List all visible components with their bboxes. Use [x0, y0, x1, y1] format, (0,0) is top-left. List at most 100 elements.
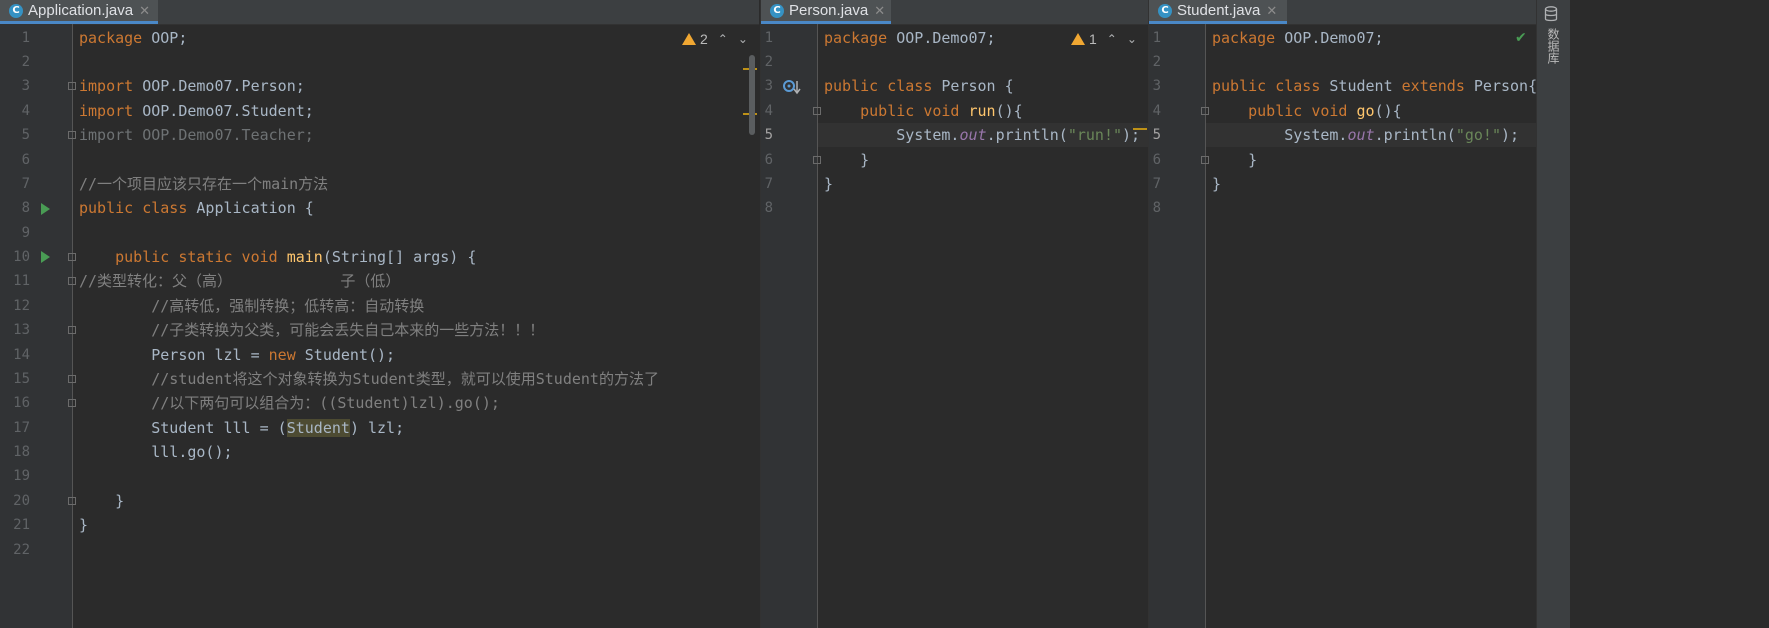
fold-icon[interactable]: [68, 131, 76, 139]
code-line[interactable]: package OOP;: [79, 26, 187, 50]
close-icon[interactable]: ✕: [874, 3, 885, 19]
tab-label: Person.java: [789, 2, 869, 19]
tab-label: Application.java: [28, 2, 134, 19]
line-number: 9: [21, 225, 30, 241]
code-line[interactable]: public class Student extends Person{: [1212, 74, 1537, 98]
fold-icon[interactable]: [813, 107, 821, 115]
line-number: 8: [764, 200, 773, 216]
line-number: 3: [1152, 78, 1161, 94]
warning-marker[interactable]: [1133, 128, 1147, 130]
code-line[interactable]: public static void main(String[] args) {: [79, 245, 476, 269]
inspection-widget[interactable]: 1 ⌃ ⌄: [1071, 31, 1137, 47]
code-line[interactable]: import OOP.Demo07.Person;: [79, 74, 305, 98]
close-icon[interactable]: ✕: [1266, 3, 1277, 19]
scrollbar[interactable]: [749, 55, 755, 135]
chevron-up-icon[interactable]: ⌃: [1107, 32, 1117, 46]
line-number: 3: [764, 78, 773, 94]
fold-icon[interactable]: [68, 326, 76, 334]
database-tool-window-button[interactable]: 数据库: [1545, 28, 1562, 64]
close-icon[interactable]: ✕: [139, 3, 150, 19]
line-number: 7: [21, 176, 30, 192]
code-line[interactable]: }: [79, 513, 88, 537]
code-line[interactable]: public class Person {: [824, 74, 1014, 98]
code-line[interactable]: }: [79, 489, 124, 513]
code-line[interactable]: Student lll = (Student) lzl;: [79, 416, 404, 440]
fold-icon[interactable]: [1201, 107, 1209, 115]
run-icon[interactable]: [41, 251, 50, 263]
line-number: 22: [13, 542, 30, 558]
fold-icon[interactable]: [68, 253, 76, 261]
chevron-down-icon[interactable]: ⌄: [738, 32, 748, 46]
tab-student-java[interactable]: C Student.java ✕: [1149, 0, 1287, 24]
class-icon: C: [770, 3, 784, 18]
code-line[interactable]: public void run(){: [824, 99, 1023, 123]
code-comment[interactable]: //类型转化：父（高） 子（低）: [79, 269, 400, 293]
tab-person-java[interactable]: C Person.java ✕: [761, 0, 891, 24]
no-problems-check-icon[interactable]: ✔: [1515, 30, 1527, 46]
tab-label: Student.java: [1177, 2, 1261, 19]
tab-bar: C Student.java ✕: [1149, 0, 1537, 25]
warning-count: 2: [700, 31, 708, 47]
code-line[interactable]: }: [1212, 172, 1221, 196]
code-line[interactable]: import OOP.Demo07.Student;: [79, 99, 314, 123]
code-comment[interactable]: //高转低，强制转换；低转高：自动转换: [79, 294, 424, 318]
highlighted-cast: Student: [286, 419, 350, 437]
line-number: 1: [1152, 30, 1161, 46]
code-line[interactable]: System.out.println("run!");: [824, 123, 1140, 147]
fold-icon[interactable]: [68, 82, 76, 90]
line-number: 5: [21, 127, 30, 143]
code-comment[interactable]: //一个项目应该只存在一个main方法: [79, 172, 328, 196]
line-number: 13: [13, 322, 30, 338]
inspection-widget[interactable]: 2 ⌃ ⌄: [682, 31, 748, 47]
tab-application-java[interactable]: C Application.java ✕: [0, 0, 158, 24]
code-line[interactable]: public class Application {: [79, 196, 314, 220]
fold-icon[interactable]: [68, 277, 76, 285]
code-line[interactable]: package OOP.Demo07;: [1212, 26, 1384, 50]
code-comment[interactable]: //以下两句可以组合为：((Student)lzl).go();: [79, 391, 500, 415]
line-number: 2: [21, 54, 30, 70]
code-comment[interactable]: //student将这个对象转换为Student类型，就可以使用Student的…: [79, 367, 659, 391]
fold-icon[interactable]: [1201, 156, 1209, 164]
code-line[interactable]: }: [1212, 148, 1257, 172]
code-line[interactable]: System.out.println("go!");: [1212, 123, 1519, 147]
editor-pane-student[interactable]: C Student.java ✕ 1 2 3 4 5 6 7 8 package…: [1148, 0, 1537, 628]
line-number: 21: [13, 517, 30, 533]
editor-pane-person[interactable]: C Person.java ✕ 1 2 3 4 5 6 7 8 package …: [760, 0, 1148, 628]
line-number: 7: [764, 176, 773, 192]
line-number-current: 5: [1152, 127, 1161, 143]
line-number: 4: [764, 103, 773, 119]
editor-pane-application[interactable]: C Application.java ✕ 1 2 3 4 5 6 7 8 9 1…: [0, 0, 759, 628]
class-icon: C: [1158, 3, 1172, 18]
line-number: 3: [21, 78, 30, 94]
line-number: 8: [1152, 200, 1161, 216]
code-line[interactable]: public void go(){: [1212, 99, 1402, 123]
code-line-unused-import[interactable]: import OOP.Demo07.Teacher;: [79, 123, 314, 147]
warning-icon: [682, 33, 696, 45]
fold-icon[interactable]: [68, 375, 76, 383]
line-number-current: 5: [764, 127, 773, 143]
code-line[interactable]: package OOP.Demo07;: [824, 26, 996, 50]
line-number: 15: [13, 371, 30, 387]
code-line[interactable]: }: [824, 172, 833, 196]
line-number: 20: [13, 493, 30, 509]
code-line[interactable]: lll.go();: [79, 440, 232, 464]
overridden-method-icon[interactable]: [783, 79, 801, 95]
line-number: 16: [13, 395, 30, 411]
fold-icon[interactable]: [68, 399, 76, 407]
warning-count: 1: [1089, 31, 1097, 47]
fold-icon[interactable]: [68, 497, 76, 505]
line-number: 4: [1152, 103, 1161, 119]
code-comment[interactable]: //子类转换为父类，可能会丢失自己本来的一些方法！！！: [79, 318, 544, 342]
database-icon[interactable]: [1544, 6, 1558, 22]
fold-icon[interactable]: [813, 156, 821, 164]
chevron-down-icon[interactable]: ⌄: [1127, 32, 1137, 46]
class-icon: C: [9, 3, 23, 18]
line-number: 18: [13, 444, 30, 460]
chevron-up-icon[interactable]: ⌃: [718, 32, 728, 46]
code-line[interactable]: }: [824, 148, 869, 172]
code-line[interactable]: Person lzl = new Student();: [79, 343, 395, 367]
line-number: 8: [21, 200, 30, 216]
line-number: 2: [764, 54, 773, 70]
line-number: 14: [13, 347, 30, 363]
run-icon[interactable]: [41, 203, 50, 215]
